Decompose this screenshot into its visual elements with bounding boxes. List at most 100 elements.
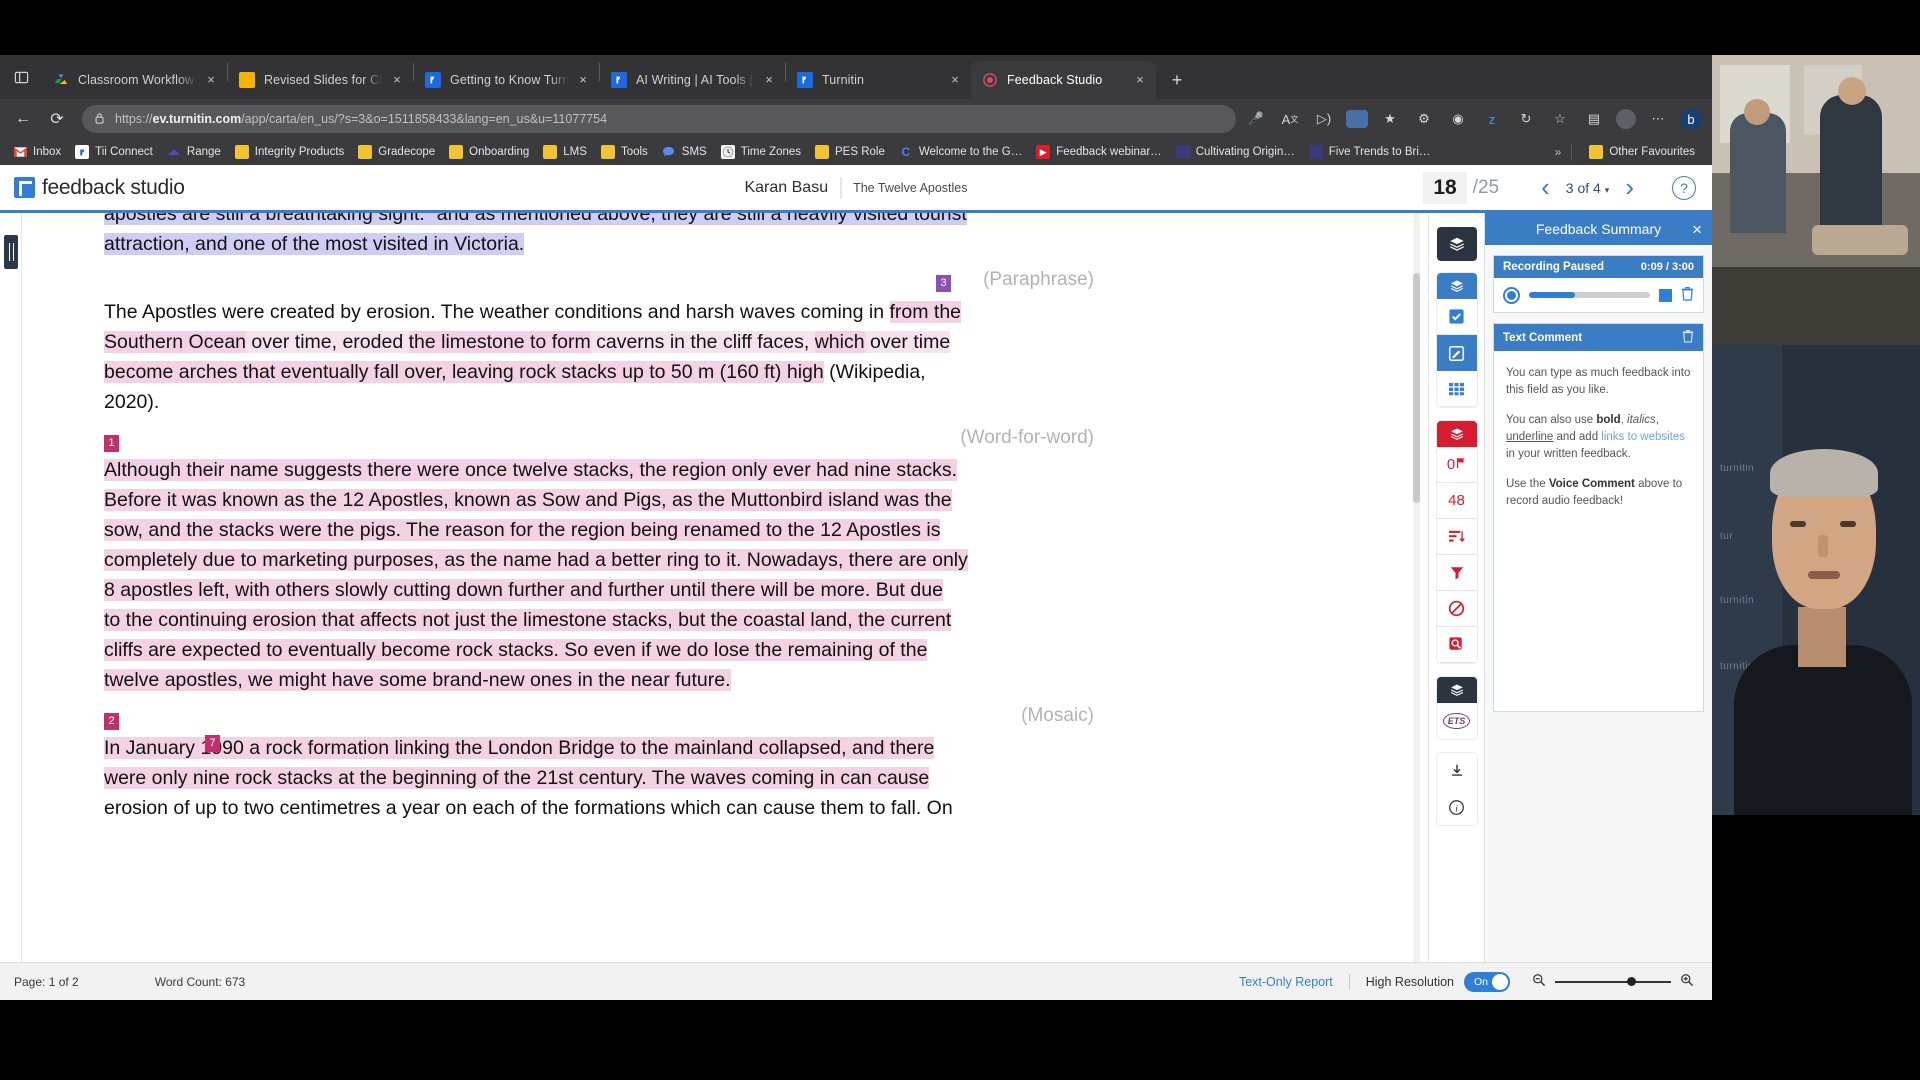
text-only-report-link[interactable]: Text-Only Report bbox=[1239, 975, 1333, 989]
bookmark-time-zones[interactable]: Time Zones bbox=[714, 141, 808, 163]
stop-icon[interactable] bbox=[1659, 288, 1672, 302]
bookmark-feedback-webinar[interactable]: ▶ Feedback webinar… bbox=[1029, 141, 1168, 163]
split-screen-icon[interactable] bbox=[1346, 110, 1368, 128]
close-icon[interactable]: × bbox=[1692, 220, 1702, 240]
browser-tab[interactable]: Revised Slides for Classroom W × bbox=[228, 61, 413, 99]
document-scrollbar-thumb[interactable] bbox=[1413, 273, 1420, 503]
highlight-pink[interactable]: which bbox=[814, 331, 865, 353]
translate-icon[interactable]: A文 bbox=[1278, 107, 1302, 131]
download-icon[interactable] bbox=[1436, 753, 1477, 789]
close-icon[interactable]: × bbox=[947, 72, 963, 88]
new-tab-button[interactable]: + bbox=[1162, 65, 1192, 95]
zoom-out-icon[interactable] bbox=[1532, 973, 1546, 990]
recording-progress-bar[interactable] bbox=[1529, 292, 1650, 298]
sort-icon[interactable] bbox=[1436, 519, 1477, 555]
help-icon[interactable]: ? bbox=[1672, 175, 1696, 200]
info-icon[interactable]: i bbox=[1436, 789, 1477, 825]
search-source-icon[interactable] bbox=[1436, 627, 1477, 663]
close-icon[interactable]: × bbox=[1132, 72, 1148, 88]
back-icon[interactable]: ← bbox=[8, 104, 38, 134]
close-icon[interactable]: × bbox=[389, 72, 405, 88]
panel-toggle-handle[interactable] bbox=[4, 235, 18, 269]
next-paper-button[interactable]: › bbox=[1609, 172, 1650, 203]
similarity-marker[interactable]: 2 bbox=[104, 713, 119, 730]
highlight-pink[interactable]: Although their name suggests there were … bbox=[104, 459, 958, 481]
browser-tab[interactable]: Classroom Workflow - Google × bbox=[42, 61, 227, 99]
similarity-marker[interactable]: 3 bbox=[936, 275, 951, 292]
microphone-icon[interactable]: 🎤 bbox=[1244, 107, 1268, 131]
bookmark-welcome[interactable]: C Welcome to the G… bbox=[892, 141, 1029, 163]
bookmark-onboarding[interactable]: Onboarding bbox=[442, 141, 536, 163]
bookmark-pes-role[interactable]: PES Role bbox=[808, 141, 892, 163]
extension-icon[interactable]: ↻ bbox=[1514, 107, 1538, 131]
chevron-right-icon[interactable]: » bbox=[1555, 145, 1562, 159]
highlight-pink[interactable]: were only nine rock stacks at the beginn… bbox=[104, 767, 930, 789]
trash-icon[interactable] bbox=[1681, 286, 1694, 304]
bookmark-tools[interactable]: Tools bbox=[594, 141, 655, 163]
highlight-purple[interactable]: apostles are still a breathtaking sight.… bbox=[104, 213, 967, 225]
more-icon[interactable]: ⋯ bbox=[1646, 107, 1670, 131]
highlight-pink[interactable]: Before it was known as the 12 Apostles, … bbox=[104, 489, 952, 511]
copilot-icon[interactable]: b bbox=[1680, 108, 1702, 130]
highlight-pink[interactable]: In January 1990 a rock formation linking… bbox=[104, 737, 935, 759]
bookmark-five-trends[interactable]: Five Trends to Bri… bbox=[1302, 141, 1438, 163]
profile-icon[interactable] bbox=[1616, 109, 1636, 129]
browser-tab[interactable]: AI Writing | AI Tools | Turnitin × bbox=[600, 61, 785, 99]
browser-tab[interactable]: Turnitin × bbox=[786, 61, 971, 99]
close-icon[interactable]: × bbox=[575, 72, 591, 88]
exclude-icon[interactable] bbox=[1436, 591, 1477, 627]
filter-icon[interactable] bbox=[1436, 555, 1477, 591]
paper-pager[interactable]: 3 of 4 ▾ bbox=[1566, 180, 1610, 196]
zoom-slider[interactable] bbox=[1555, 976, 1671, 986]
previous-paper-button[interactable]: ‹ bbox=[1525, 172, 1566, 203]
highlight-pink[interactable]: completely due to marketing purposes, as… bbox=[104, 549, 968, 571]
highlight-pink[interactable]: become arches that eventually fall over,… bbox=[104, 361, 824, 383]
browser-tab-active[interactable]: Feedback Studio × bbox=[971, 61, 1156, 99]
highlight-pink[interactable]: from the bbox=[889, 301, 962, 323]
settings-icon[interactable]: ⚙ bbox=[1412, 107, 1436, 131]
grade-input[interactable]: 18 bbox=[1423, 171, 1467, 204]
rubric-check-icon[interactable] bbox=[1436, 299, 1477, 335]
collections2-icon[interactable]: ▤ bbox=[1582, 107, 1606, 131]
favorite-icon[interactable]: ☆ bbox=[1548, 107, 1572, 131]
highlight-pink[interactable]: sow, and the stacks were the pigs. The r… bbox=[104, 519, 941, 541]
highlight-pink[interactable]: Southern Ocean bbox=[104, 331, 247, 353]
highlight-pink[interactable]: twelve apostles, we might have some bran… bbox=[104, 669, 731, 691]
grid-icon[interactable] bbox=[1436, 371, 1477, 407]
bookmark-inbox[interactable]: Inbox bbox=[6, 141, 68, 163]
grammarly-icon[interactable]: z bbox=[1480, 107, 1504, 131]
similarity-marker[interactable]: 7 bbox=[205, 735, 220, 752]
links-to-websites-link[interactable]: links to websites bbox=[1601, 431, 1685, 443]
layers-icon[interactable] bbox=[1436, 421, 1477, 447]
close-icon[interactable]: × bbox=[203, 72, 219, 88]
read-aloud-icon[interactable]: ▷) bbox=[1312, 107, 1336, 131]
ets-icon[interactable]: ETS bbox=[1436, 703, 1477, 739]
text-comment-field[interactable]: You can type as much feedback into this … bbox=[1494, 351, 1703, 711]
reload-icon[interactable]: ⟳ bbox=[42, 104, 72, 134]
layers-icon[interactable] bbox=[1436, 677, 1477, 703]
highlight-purple[interactable]: attraction, and one of the most visited … bbox=[104, 233, 525, 255]
zoom-in-icon[interactable] bbox=[1680, 973, 1694, 990]
bookmark-range[interactable]: Range bbox=[160, 141, 228, 163]
bookmark-cultivating-origin[interactable]: Cultivating Origin… bbox=[1169, 141, 1302, 163]
high-resolution-toggle[interactable]: On bbox=[1464, 971, 1510, 992]
similarity-marker[interactable]: 1 bbox=[104, 435, 119, 452]
trash-icon[interactable] bbox=[1682, 329, 1694, 346]
address-bar[interactable]: https://ev.turnitin.com/app/carta/en_us/… bbox=[82, 105, 1236, 133]
highlight-pink[interactable]: the limestone to form bbox=[408, 331, 591, 353]
shield-icon[interactable]: ◉ bbox=[1446, 107, 1470, 131]
bookmark-gradecope[interactable]: Gradecope bbox=[351, 141, 442, 163]
bookmark-tii-connect[interactable]: Tii Connect bbox=[68, 141, 160, 163]
other-favourites-button[interactable]: Other Favourites bbox=[1582, 141, 1702, 163]
bookmark-integrity-products[interactable]: Integrity Products bbox=[228, 141, 351, 163]
highlight-pink[interactable]: 8 apostles left, with others slowly cutt… bbox=[104, 579, 943, 601]
highlight-pink[interactable]: to the continuing erosion that affects n… bbox=[104, 609, 952, 631]
highlight-pink[interactable]: cliffs are expected to eventually become… bbox=[104, 639, 928, 661]
bookmark-lms[interactable]: LMS bbox=[536, 141, 594, 163]
layers-icon[interactable] bbox=[1436, 227, 1477, 261]
layers-icon[interactable] bbox=[1436, 273, 1477, 299]
collections-icon[interactable]: ★ bbox=[1378, 107, 1402, 131]
bookmark-sms[interactable]: SMS bbox=[655, 141, 714, 163]
close-icon[interactable]: × bbox=[761, 72, 777, 88]
document-pane[interactable]: apostles are still a breathtaking sight.… bbox=[22, 213, 1428, 962]
